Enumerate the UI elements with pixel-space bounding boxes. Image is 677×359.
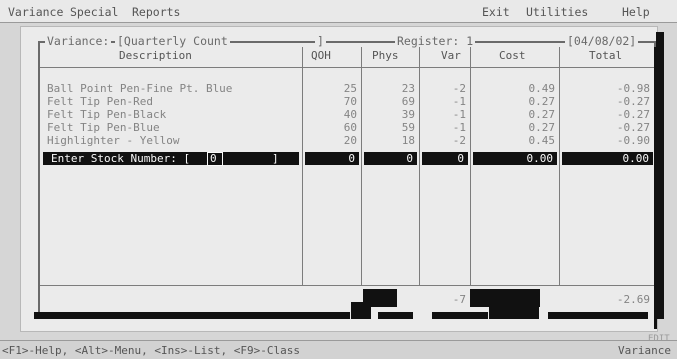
register-label: Register: 1 (395, 34, 476, 48)
menu-exit[interactable]: Exit (482, 5, 510, 19)
row-total: -0.98 (616, 82, 650, 95)
module-name: Variance (618, 344, 671, 357)
entry-var: 0 (457, 152, 464, 165)
row-cost: 0.27 (528, 108, 556, 121)
window-shadow (432, 312, 488, 319)
stock-number-label: Enter Stock Number: [ (51, 152, 191, 165)
row-phys: 23 (401, 82, 415, 95)
row-qoh: 25 (343, 82, 357, 95)
menu-special[interactable]: Special (70, 5, 118, 19)
column-header-qoh: QOH (311, 49, 331, 62)
column-header-total: Total (589, 49, 623, 62)
menu-reports[interactable]: Reports (132, 5, 180, 19)
row-phys: 59 (401, 121, 415, 134)
variance-mode-label: Variance: (45, 34, 112, 48)
stock-number-value: 0 (210, 152, 217, 165)
entry-qoh: 0 (348, 152, 355, 165)
window-shadow (489, 302, 539, 319)
total-cost: -2.69 (616, 293, 650, 306)
menu-bar: Variance Special Reports Exit Utilities … (0, 0, 677, 23)
row-qoh: 60 (343, 121, 357, 134)
row-description: Felt Tip Pen-Blue (47, 121, 160, 134)
entry-total: 0.00 (622, 152, 650, 165)
row-phys: 18 (401, 134, 415, 147)
row-cost: 0.27 (528, 121, 556, 134)
table-row[interactable]: Highlighter - Yellow (47, 135, 179, 146)
row-total: -0.27 (616, 108, 650, 121)
menu-utilities[interactable]: Utilities (526, 5, 588, 19)
window-shadow (656, 32, 664, 319)
column-header-var: Var (441, 49, 461, 62)
table-row[interactable]: Felt Tip Pen-Black (47, 109, 166, 120)
table-row[interactable]: Felt Tip Pen-Blue (47, 122, 160, 133)
row-var: -1 (452, 108, 466, 121)
count-date: [04/08/02] (565, 34, 639, 48)
header-divider (40, 67, 654, 68)
variance-dialog: Variance: [Quarterly Count ] Register: 1… (20, 26, 658, 332)
totals-divider (40, 285, 654, 286)
help-keys-hint: <F1>-Help, <Alt>-Menu, <Ins>-List, <F9>-… (2, 344, 301, 357)
row-cost: 0.45 (528, 134, 556, 147)
window-shadow (34, 312, 350, 319)
row-cost: 0.49 (528, 82, 556, 95)
total-variance: -7 (452, 293, 466, 306)
row-total: -0.27 (616, 121, 650, 134)
frame-left-border (38, 41, 40, 313)
menu-variance[interactable]: Variance (8, 5, 63, 19)
status-bar: <F1>-Help, <Alt>-Menu, <Ins>-List, <F9>-… (0, 334, 677, 359)
edit-mode-indicator: EDIT (648, 334, 670, 344)
menu-help[interactable]: Help (622, 5, 650, 19)
row-var: -2 (452, 82, 466, 95)
entry-phys[interactable]: 0 (364, 153, 413, 164)
window-shadow (351, 302, 371, 319)
column-header-phys: Phys (372, 49, 399, 62)
variance-mode-value[interactable]: [Quarterly Count (115, 34, 230, 48)
row-qoh: 20 (343, 134, 357, 147)
row-var: -2 (452, 134, 466, 147)
row-description: Highlighter - Yellow (47, 134, 180, 147)
entry-cost: 0.00 (526, 152, 554, 165)
row-description: Ball Point Pen-Fine Pt. Blue (47, 82, 233, 95)
row-cost: 0.27 (528, 95, 556, 108)
row-description: Felt Tip Pen-Red (47, 95, 153, 108)
window-shadow (548, 312, 648, 319)
variance-mode-close: ] (315, 34, 326, 48)
row-qoh: 70 (343, 95, 357, 108)
row-total: -0.90 (616, 134, 650, 147)
row-var: -1 (452, 121, 466, 134)
table-row[interactable]: Ball Point Pen-Fine Pt. Blue (47, 83, 232, 94)
row-total: -0.27 (616, 95, 650, 108)
table-row[interactable]: Felt Tip Pen-Red (47, 96, 153, 107)
window-shadow (378, 312, 413, 319)
row-phys: 69 (401, 95, 415, 108)
row-phys: 39 (401, 108, 415, 121)
row-qoh: 40 (343, 108, 357, 121)
stock-number-close: ] (272, 152, 279, 165)
row-var: -1 (452, 95, 466, 108)
column-header-cost: Cost (499, 49, 526, 62)
row-description: Felt Tip Pen-Black (47, 108, 167, 121)
column-header-description: Description (119, 49, 192, 62)
